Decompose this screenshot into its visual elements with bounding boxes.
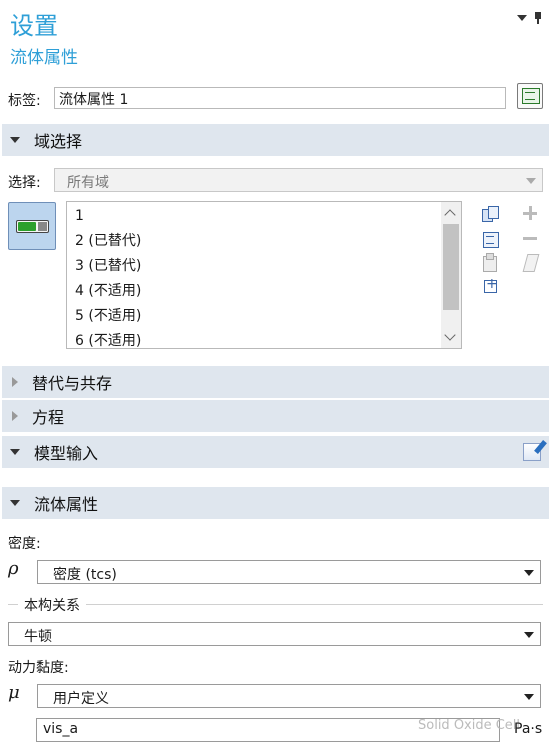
section-equation[interactable]: 方程 <box>2 400 549 432</box>
section-override[interactable]: 替代与共存 <box>2 366 549 398</box>
clipboard-icon[interactable] <box>480 252 500 272</box>
remove-icon[interactable] <box>520 228 540 248</box>
expand-arrow-icon <box>12 377 18 387</box>
viscosity-label: 动力黏度: <box>8 660 69 676</box>
section-title: 流体属性 <box>34 495 99 514</box>
list-item[interactable]: 2 (已替代) <box>67 229 461 254</box>
list-item[interactable]: 3 (已替代) <box>67 254 461 279</box>
comment-button[interactable] <box>517 83 543 109</box>
selection-label: 选择: <box>8 175 41 191</box>
selection-row: 选择: 所有域 <box>8 168 543 192</box>
chevron-down-icon <box>524 694 534 700</box>
pin-icon[interactable] <box>533 12 543 24</box>
watermark: Solid Oxide Cell <box>418 718 521 733</box>
expand-arrow-icon <box>12 411 18 421</box>
section-title: 替代与共存 <box>32 374 113 393</box>
zoom-to-selection-icon[interactable] <box>480 276 500 296</box>
edit-model-input-icon[interactable] <box>523 443 541 461</box>
density-value: 密度 (tcs) <box>53 567 117 583</box>
scroll-thumb[interactable] <box>443 224 459 310</box>
density-symbol: ρ <box>8 558 19 579</box>
section-title: 方程 <box>32 408 65 427</box>
label-caption: 标签: <box>8 93 41 109</box>
constitutive-dropdown[interactable]: 牛顿 <box>8 622 541 646</box>
selection-dropdown[interactable]: 所有域 <box>54 168 543 192</box>
menu-dropdown-icon[interactable] <box>517 15 527 21</box>
list-item[interactable]: 6 (不适用) <box>67 329 461 348</box>
copy-selection-icon[interactable] <box>480 229 500 249</box>
list-item[interactable]: 1 <box>67 204 461 229</box>
section-domain-selection[interactable]: 域选择 <box>2 124 549 156</box>
label-input[interactable]: 流体属性 1 <box>54 87 506 109</box>
constitutive-group: 本构关系 <box>8 595 543 615</box>
viscosity-symbol: μ <box>8 682 20 703</box>
expand-arrow-icon <box>10 137 20 143</box>
density-label: 密度: <box>8 536 41 552</box>
scroll-up-icon[interactable] <box>444 209 456 221</box>
active-toggle-button[interactable] <box>8 202 56 250</box>
clear-selection-icon[interactable] <box>520 252 540 272</box>
label-row: 标签: 流体属性 1 <box>8 83 545 112</box>
viscosity-source-value: 用户定义 <box>53 691 109 707</box>
expand-arrow-icon <box>10 449 20 455</box>
chevron-down-icon <box>524 632 534 638</box>
list-item[interactable]: 5 (不适用) <box>67 304 461 329</box>
chevron-down-icon <box>524 570 534 576</box>
section-title: 模型输入 <box>34 444 99 463</box>
density-dropdown[interactable]: 密度 (tcs) <box>37 560 541 584</box>
toggle-switch-icon <box>16 220 49 233</box>
settings-title: 设置 <box>10 12 58 40</box>
expand-arrow-icon <box>10 500 20 506</box>
constitutive-value: 牛顿 <box>24 629 52 645</box>
section-title: 域选择 <box>34 132 83 151</box>
section-fluid-properties[interactable]: 流体属性 <box>2 487 549 519</box>
scroll-down-icon[interactable] <box>444 329 456 341</box>
chevron-down-icon <box>526 178 536 184</box>
constitutive-group-title: 本构关系 <box>18 595 86 615</box>
domain-list[interactable]: 1 2 (已替代) 3 (已替代) 4 (不适用) 5 (不适用) 6 (不适用… <box>66 201 462 349</box>
window-controls <box>517 12 543 24</box>
list-scrollbar[interactable] <box>441 202 461 348</box>
viscosity-unit: Pa·s <box>514 721 543 737</box>
list-item[interactable]: 4 (不适用) <box>67 279 461 304</box>
section-model-input[interactable]: 模型输入 <box>2 436 549 468</box>
paste-selection-icon[interactable] <box>480 205 500 225</box>
selection-value: 所有域 <box>67 175 109 191</box>
node-subtitle: 流体属性 <box>10 48 78 68</box>
add-icon[interactable] <box>520 203 540 223</box>
viscosity-source-dropdown[interactable]: 用户定义 <box>37 684 541 708</box>
